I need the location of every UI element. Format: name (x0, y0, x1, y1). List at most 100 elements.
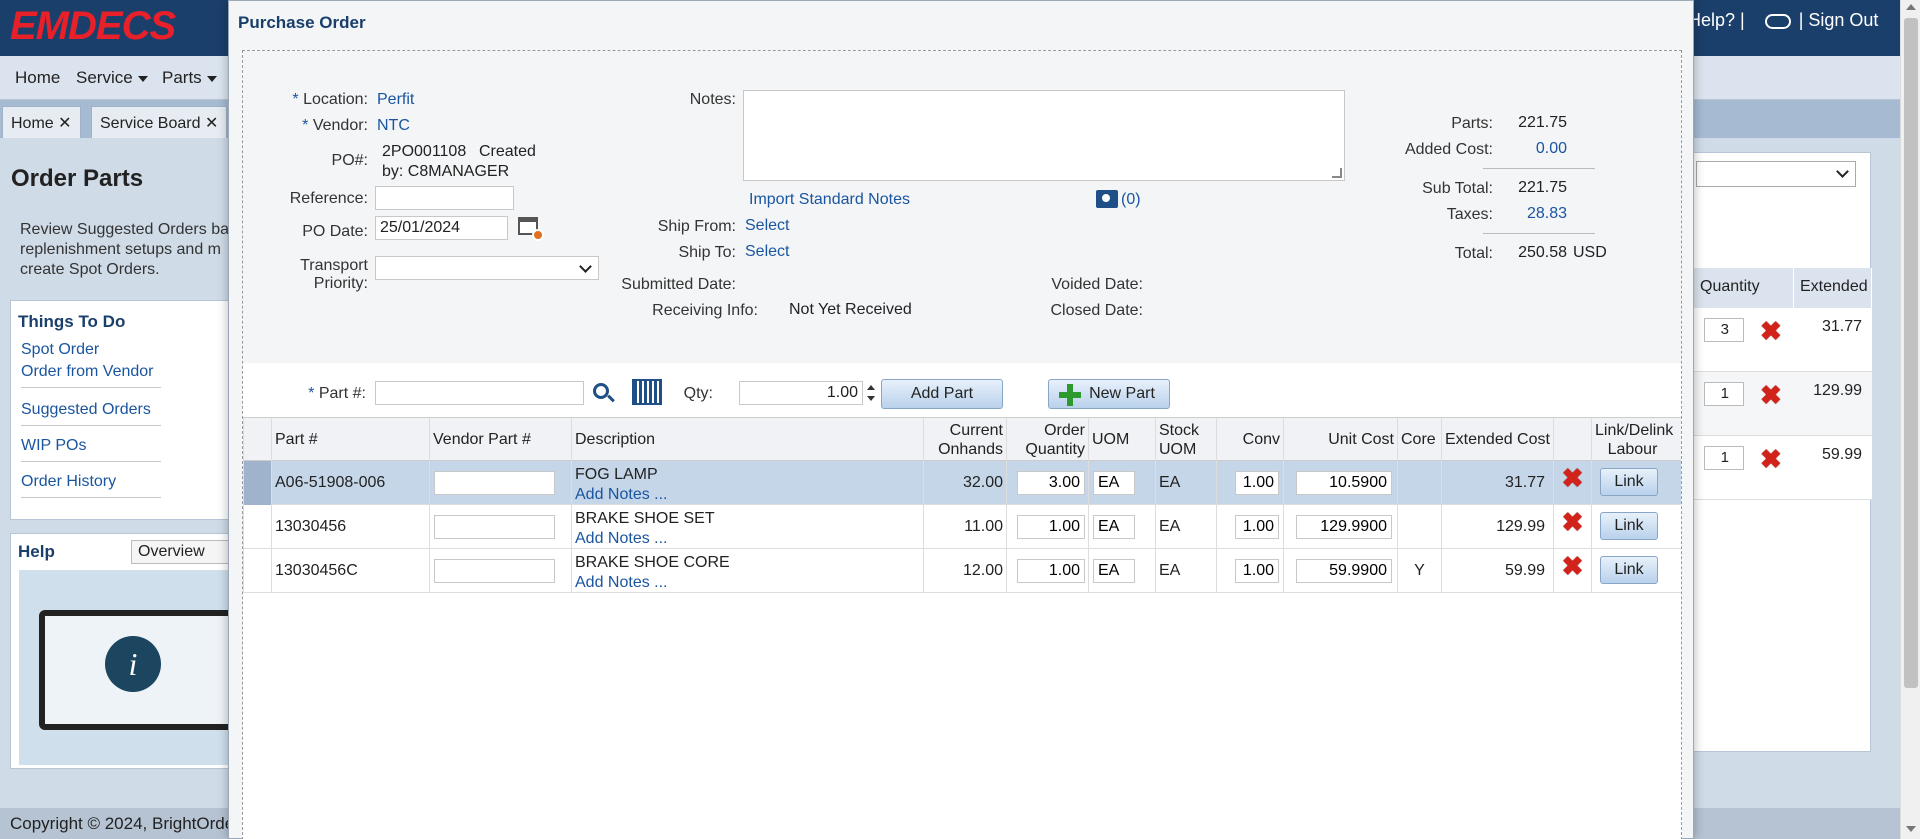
delete-icon[interactable]: ✖ (1562, 507, 1584, 537)
select-col-header (243, 418, 271, 462)
quantity-stepper[interactable]: 3 (1704, 318, 1744, 342)
table-row[interactable]: A06-51908-006 FOG LAMP Add Notes ... 32.0… (243, 461, 1681, 505)
location-label-text: Location: (303, 91, 368, 108)
spot-order-link[interactable]: Spot Order (21, 341, 161, 359)
notes-label: Notes: (689, 91, 736, 108)
vendor-link[interactable]: NTC (377, 117, 410, 135)
add-part-button[interactable]: Add Part (881, 379, 1003, 409)
nav-service[interactable]: Service (76, 68, 148, 88)
help-video[interactable]: i (19, 570, 239, 765)
row-selector[interactable] (243, 461, 271, 505)
col-conv: Conv (1216, 418, 1283, 462)
chevron-down-icon (1836, 165, 1849, 178)
tab-home-label: Home (11, 115, 54, 132)
delete-icon[interactable]: ✖ (1562, 463, 1584, 493)
location-link[interactable]: Perfit (377, 91, 414, 109)
ship-from-link[interactable]: Select (745, 217, 789, 235)
sign-out-link[interactable]: | Sign Out (1799, 10, 1879, 30)
nav-service-label: Service (76, 68, 133, 87)
import-standard-notes-link[interactable]: Import Standard Notes (749, 191, 910, 209)
nav-home[interactable]: Home (15, 68, 60, 88)
added-cost-label: Added Cost: (1404, 141, 1493, 158)
close-icon[interactable]: ✕ (205, 115, 218, 132)
order-quantity-input[interactable] (1017, 471, 1085, 495)
delete-icon[interactable]: ✖ (1760, 446, 1782, 472)
add-notes-link[interactable]: Add Notes ... (575, 573, 920, 593)
quantity-stepper[interactable]: 1 (1704, 446, 1744, 470)
transport-priority-select[interactable] (375, 256, 599, 280)
suggested-orders-link[interactable]: Suggested Orders (21, 401, 161, 426)
link-button[interactable]: Link (1600, 512, 1658, 540)
uom-input[interactable] (1093, 515, 1135, 539)
unit-cost-input[interactable] (1296, 559, 1392, 583)
extended-cost: 59.99 (1441, 549, 1553, 593)
resize-handle-icon[interactable] (1332, 168, 1342, 178)
tab-home[interactable]: Home ✕ (2, 106, 81, 138)
vendor-part-input[interactable] (434, 515, 555, 539)
link-button[interactable]: Link (1600, 556, 1658, 584)
help-overview-select[interactable]: Overview (131, 540, 241, 564)
page-scrollbar[interactable] (1900, 0, 1920, 839)
attachment-count-link[interactable]: (0) (1121, 191, 1141, 209)
po-date-input[interactable] (375, 216, 508, 240)
col-extended-cost: Extended Cost (1441, 418, 1553, 462)
table-row[interactable]: 13030456 BRAKE SHOE SET Add Notes ... 11.… (243, 505, 1681, 549)
total-label: Total: (1454, 245, 1493, 262)
panel-select[interactable] (1696, 161, 1856, 187)
order-quantity-input[interactable] (1017, 559, 1085, 583)
description: BRAKE SHOE CORE (575, 554, 730, 571)
qty-stepper-arrows[interactable] (864, 381, 878, 405)
conv-input[interactable] (1235, 515, 1279, 539)
camera-icon[interactable] (1096, 190, 1118, 208)
added-cost-link[interactable]: 0.00 (1527, 140, 1567, 158)
summary-row: 3 ✖ 31.77 (1694, 308, 1872, 372)
link-button[interactable]: Link (1600, 468, 1658, 496)
purchase-order-form: * Location: Perfit * Vendor: NTC PO#: 2P… (242, 50, 1682, 839)
unit-cost-input[interactable] (1296, 471, 1392, 495)
delete-icon[interactable]: ✖ (1562, 551, 1584, 581)
qty-input[interactable] (739, 381, 863, 405)
table-row[interactable]: 13030456C BRAKE SHOE CORE Add Notes ... 1… (243, 549, 1681, 593)
delete-col-header (1553, 418, 1591, 462)
conv-input[interactable] (1235, 471, 1279, 495)
order-quantity-input[interactable] (1017, 515, 1085, 539)
new-part-button[interactable]: New Part (1048, 379, 1170, 409)
vendor-part-input[interactable] (434, 559, 555, 583)
conv-input[interactable] (1235, 559, 1279, 583)
add-notes-link[interactable]: Add Notes ... (575, 529, 920, 549)
order-history-link[interactable]: Order History (21, 473, 161, 498)
part-number-input[interactable] (375, 381, 584, 405)
col-stock-uom-line1: Stock (1159, 422, 1200, 439)
wip-pos-link[interactable]: WIP POs (21, 437, 161, 462)
chat-icon[interactable] (1764, 13, 1791, 29)
col-uom: UOM (1088, 418, 1155, 462)
help-link[interactable]: Help? | (1688, 10, 1745, 30)
tab-service-board[interactable]: Service Board ✕ (91, 106, 228, 138)
uom-input[interactable] (1093, 471, 1135, 495)
quantity-stepper[interactable]: 1 (1704, 382, 1744, 406)
add-notes-link[interactable]: Add Notes ... (575, 485, 920, 505)
vendor-part-input[interactable] (434, 471, 555, 495)
order-from-vendor-link[interactable]: Order from Vendor (21, 363, 161, 388)
row-selector[interactable] (243, 549, 271, 593)
app-logo[interactable]: EMDECS (10, 4, 176, 49)
nav-parts[interactable]: Parts (162, 68, 217, 88)
reference-input[interactable] (375, 186, 514, 210)
close-icon[interactable]: ✕ (58, 115, 71, 132)
delete-icon[interactable]: ✖ (1760, 318, 1782, 344)
row-selector[interactable] (243, 505, 271, 549)
uom-input[interactable] (1093, 559, 1135, 583)
search-icon[interactable] (593, 383, 609, 399)
delete-icon[interactable]: ✖ (1760, 382, 1782, 408)
transport-priority-label: Transport Priority: (263, 257, 368, 293)
calendar-icon[interactable] (518, 217, 544, 241)
stock-uom: EA (1155, 549, 1216, 593)
unit-cost-input[interactable] (1296, 515, 1392, 539)
scroll-down-icon[interactable] (1906, 826, 1916, 832)
taxes-link[interactable]: 28.83 (1527, 205, 1567, 223)
scroll-thumb[interactable] (1904, 18, 1918, 688)
notes-textarea[interactable] (743, 90, 1345, 181)
ship-to-link[interactable]: Select (745, 243, 789, 261)
barcode-icon[interactable] (632, 379, 662, 405)
scroll-up-icon[interactable] (1906, 4, 1916, 10)
